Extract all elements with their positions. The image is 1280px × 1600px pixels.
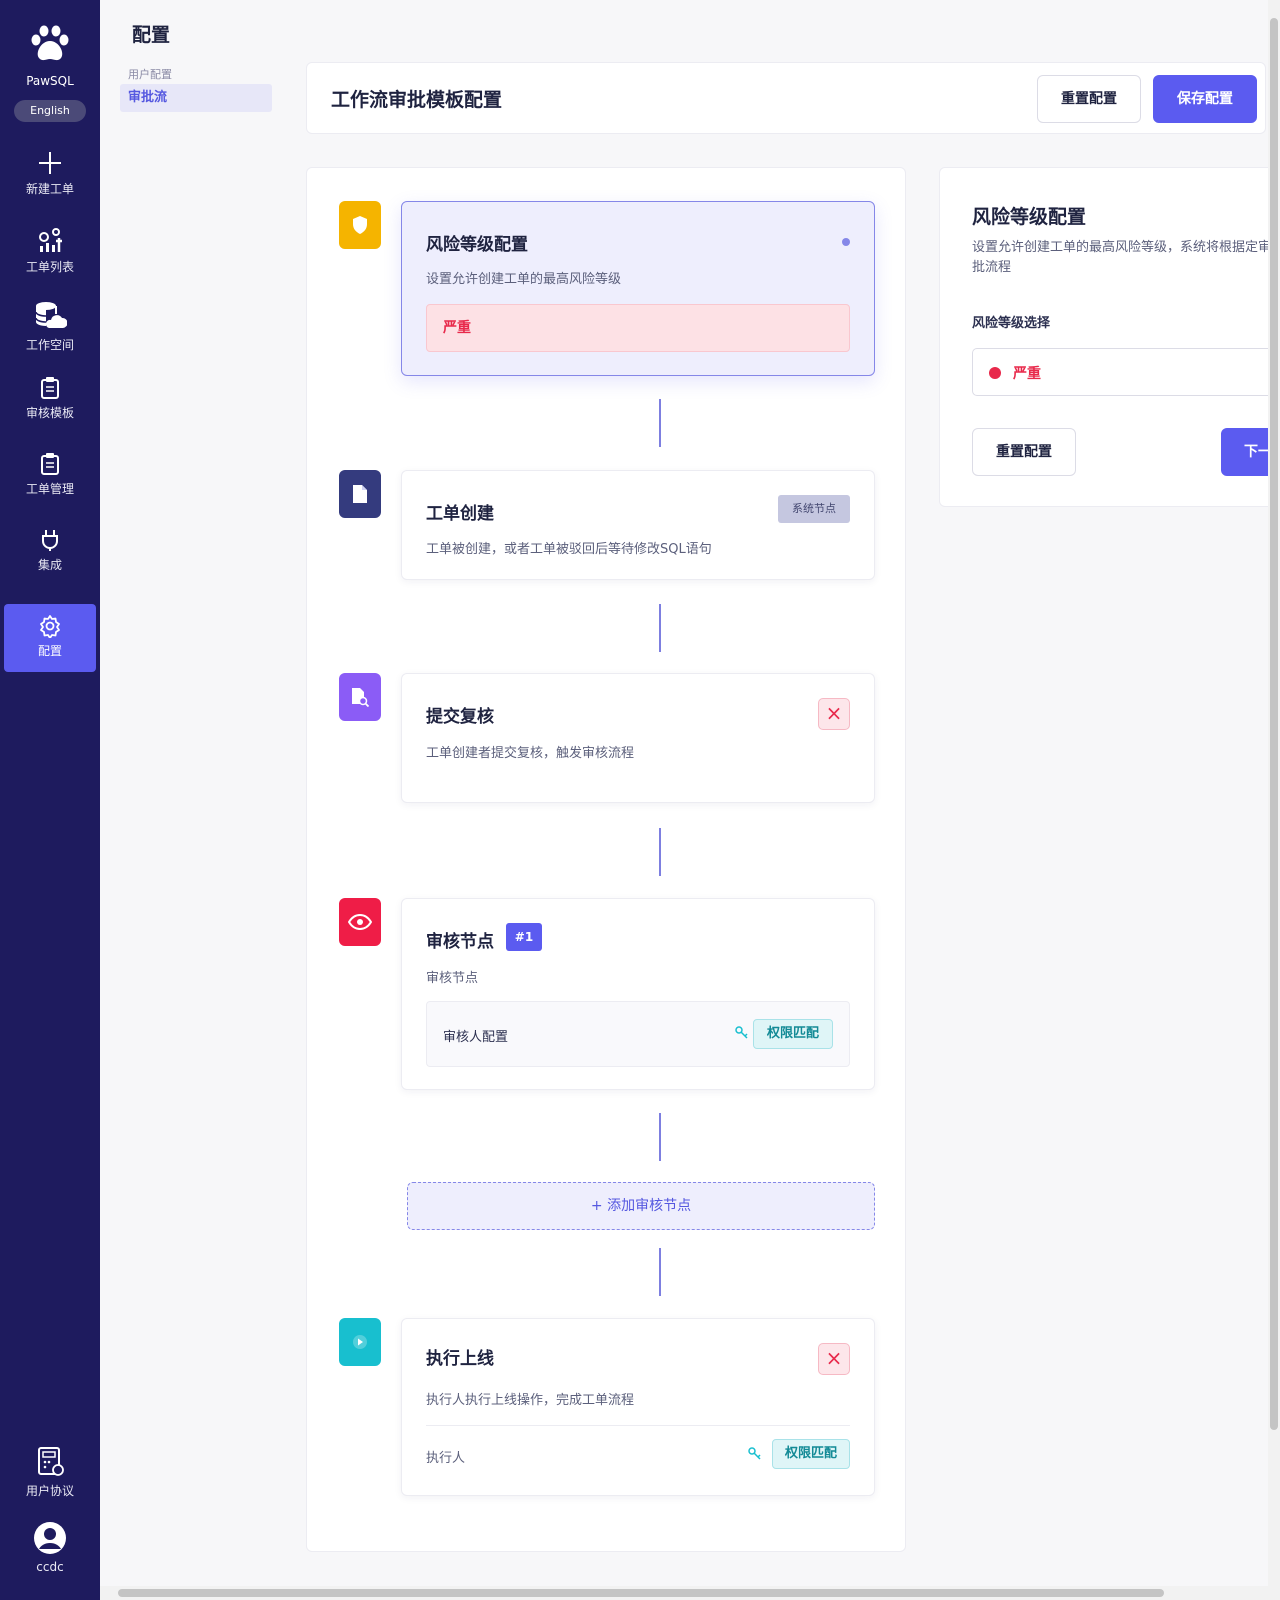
play-icon — [353, 1335, 367, 1349]
review-card-desc: 审核节点 — [426, 971, 479, 986]
document-icon — [353, 485, 367, 503]
submit-card-desc: 工单创建者提交复核，触发审核流程 — [426, 746, 635, 761]
execute-card-title: 执行上线 — [426, 1349, 494, 1369]
nav-label: 集成 — [37, 558, 62, 572]
selected-dot-icon — [842, 238, 850, 246]
nav-integration[interactable]: 集成 — [4, 518, 96, 586]
executor-label: 执行人 — [426, 1451, 466, 1466]
shield-icon — [353, 216, 367, 234]
nav-label: 审核模板 — [25, 406, 74, 420]
divider — [426, 1425, 850, 1426]
user-avatar-icon — [34, 1522, 66, 1554]
page-header: 工作流审批模板配置 重置配置 保存配置 — [306, 62, 1266, 134]
review-node-card[interactable]: 审核节点 #1 审核节点 审核人配置 权限匹配 — [401, 898, 875, 1090]
nav-label: 用户协议 — [25, 1484, 74, 1498]
remove-node-button[interactable]: × — [818, 698, 850, 730]
system-node-badge: 系统节点 — [778, 495, 850, 523]
save-config-button[interactable]: 保存配置 — [1153, 75, 1257, 123]
execute-card-desc: 执行人执行上线操作，完成工单流程 — [426, 1393, 635, 1408]
settings-subnav: 配置 用户配置 审批流 — [100, 0, 280, 1600]
header-title: 工作流审批模板配置 — [331, 89, 503, 111]
key-icon — [748, 1447, 761, 1460]
subnav-item-approval-flow[interactable]: 审批流 — [120, 84, 272, 112]
gear-icon — [40, 615, 60, 638]
nav-label: 工单列表 — [25, 260, 74, 274]
brand-logo[interactable]: PawSQL — [0, 24, 100, 88]
database-cloud-icon — [35, 302, 67, 328]
main-nav: PawSQL English 新建工单 工单列表 工作空间 审核模板 工单管理 … — [0, 0, 100, 1600]
submit-card-title: 提交复核 — [426, 707, 494, 727]
clipboard-icon — [41, 377, 59, 399]
nav-label: 工单管理 — [25, 482, 74, 496]
execute-node-icon — [339, 1318, 381, 1366]
flow-connector — [659, 1113, 661, 1161]
nav-user-agreement[interactable]: 用户协议 — [4, 1446, 96, 1499]
flow-connector — [659, 828, 661, 876]
create-node-icon — [339, 470, 381, 518]
risk-config-panel: 风险等级配置 设置允许创建工单的最高风险等级，系统将根据定审批流程 风险等级选择… — [939, 167, 1280, 507]
flow-connector — [659, 399, 661, 447]
nav-settings[interactable]: 配置 — [4, 604, 96, 672]
risk-select-label: 风险等级选择 — [972, 316, 1051, 331]
danger-dot-icon — [989, 367, 1001, 379]
brand-name: PawSQL — [26, 74, 74, 88]
calculator-doc-icon — [38, 1447, 64, 1476]
risk-select-value: 严重 — [1013, 366, 1041, 382]
panel-reset-button[interactable]: 重置配置 — [972, 428, 1076, 476]
nav-label: 配置 — [37, 644, 62, 658]
horizontal-scrollbar[interactable] — [100, 1586, 1268, 1600]
nav-user[interactable]: ccdc — [4, 1522, 96, 1574]
language-toggle[interactable]: English — [14, 100, 86, 122]
risk-config-card[interactable]: 风险等级配置 设置允许创建工单的最高风险等级 严重 — [401, 201, 875, 376]
nav-ticket-management[interactable]: 工单管理 — [4, 442, 96, 510]
vertical-scroll-thumb[interactable] — [1270, 18, 1278, 1430]
horizontal-scroll-thumb[interactable] — [118, 1589, 1164, 1597]
reset-config-button[interactable]: 重置配置 — [1037, 75, 1141, 123]
submit-node-card[interactable]: 提交复核 × 工单创建者提交复核，触发审核流程 — [401, 673, 875, 803]
key-icon — [735, 1026, 748, 1039]
panel-desc: 设置允许创建工单的最高风险等级，系统将根据定审批流程 — [972, 240, 1272, 275]
execute-node-card[interactable]: 执行上线 × 执行人执行上线操作，完成工单流程 执行人 权限匹配 — [401, 1318, 875, 1496]
risk-card-title: 风险等级配置 — [426, 235, 528, 255]
nav-ticket-list[interactable]: 工单列表 — [4, 214, 96, 282]
risk-level-select[interactable]: 严重 — [972, 348, 1279, 396]
vertical-scrollbar[interactable] — [1268, 0, 1280, 1600]
permission-match-chip[interactable]: 权限匹配 — [753, 1019, 833, 1049]
nav-audit-template[interactable]: 审核模板 — [4, 366, 96, 434]
panel-title: 风险等级配置 — [972, 206, 1087, 228]
nav-workspace[interactable]: 工作空间 — [4, 290, 96, 358]
page-title: 配置 — [132, 24, 171, 46]
submit-node-icon — [339, 673, 381, 721]
risk-level-value: 严重 — [426, 304, 850, 352]
create-node-card[interactable]: 工单创建 系统节点 工单被创建，或者工单被驳回后等待修改SQL语句 — [401, 470, 875, 580]
workflow-canvas: 风险等级配置 设置允许创建工单的最高风险等级 严重 工单创建 系统节点 工单被创… — [306, 167, 906, 1552]
user-name: ccdc — [36, 1560, 64, 1574]
nav-label: 工作空间 — [25, 338, 74, 352]
add-review-node-button[interactable]: + 添加审核节点 — [407, 1182, 875, 1230]
file-search-icon — [352, 688, 370, 707]
eye-icon — [348, 914, 372, 930]
clipboard-icon — [41, 453, 59, 475]
nav-new-ticket[interactable]: 新建工单 — [4, 140, 96, 208]
risk-node-icon — [339, 201, 381, 249]
reviewer-config-label: 审核人配置 — [443, 1030, 509, 1045]
remove-node-button[interactable]: × — [818, 1343, 850, 1375]
reviewer-config-box: 审核人配置 权限匹配 — [426, 1001, 850, 1067]
plus-icon — [39, 152, 61, 174]
flow-connector — [659, 604, 661, 652]
paw-logo-icon — [31, 25, 69, 61]
nav-label: 新建工单 — [25, 182, 74, 196]
review-node-index-badge: #1 — [506, 923, 542, 951]
review-card-title: 审核节点 — [426, 932, 494, 952]
subnav-group-label: 用户配置 — [128, 68, 172, 81]
plug-icon — [42, 530, 58, 551]
flow-connector — [659, 1248, 661, 1296]
gears-chart-icon — [39, 228, 62, 252]
review-node-icon — [339, 898, 381, 946]
permission-match-chip[interactable]: 权限匹配 — [772, 1439, 850, 1469]
create-card-title: 工单创建 — [426, 504, 494, 524]
risk-card-desc: 设置允许创建工单的最高风险等级 — [426, 272, 622, 287]
create-card-desc: 工单被创建，或者工单被驳回后等待修改SQL语句 — [426, 542, 712, 557]
